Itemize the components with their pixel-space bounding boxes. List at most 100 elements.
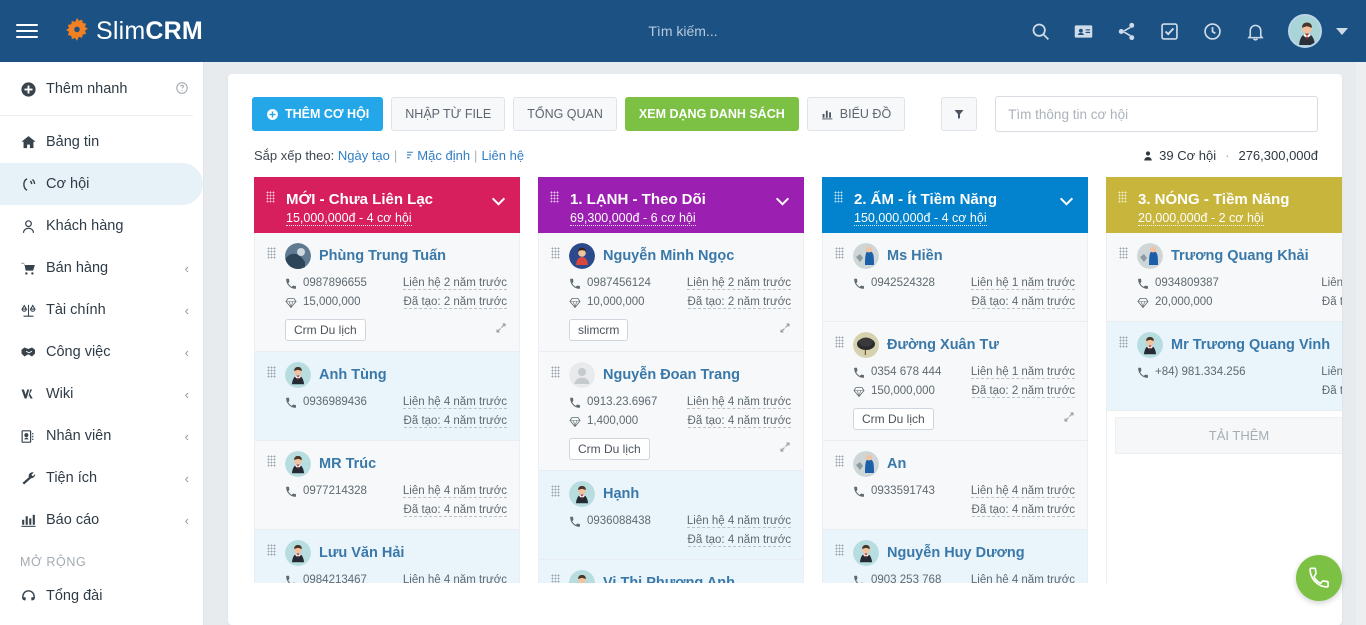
card-drag-handle[interactable] (835, 455, 844, 467)
card-drag-handle[interactable] (1119, 336, 1128, 348)
column-drag-handle[interactable] (550, 191, 559, 203)
opportunity-card[interactable]: An 0933591743Liên hệ 4 năm trước Đã tạo:… (823, 441, 1087, 530)
task-check-icon[interactable] (1159, 21, 1180, 42)
expand-icon[interactable] (779, 321, 791, 339)
opportunity-card[interactable]: Phùng Trung Tuấn 0987896655Liên hệ 2 năm… (255, 233, 519, 352)
bell-icon[interactable] (1245, 21, 1266, 42)
column-drag-handle[interactable] (1118, 191, 1127, 203)
card-contact-name: Anh Tùng (319, 367, 387, 383)
call-floating-button[interactable] (1296, 555, 1342, 601)
card-contact-name: Lưu Văn Hải (319, 545, 404, 561)
card-contact-name: Trương Quang Khải (1171, 248, 1309, 264)
diamond-icon (569, 416, 581, 428)
sidebar-label: Tài chính (46, 302, 185, 318)
expand-icon[interactable] (1063, 410, 1075, 428)
add-opportunity-button[interactable]: THÊM CƠ HỘI (252, 97, 383, 131)
user-avatar[interactable] (1288, 14, 1322, 48)
sidebar-item-nhan-vien[interactable]: Nhân viên ‹ (0, 415, 203, 457)
card-drag-handle[interactable] (835, 247, 844, 259)
card-drag-handle[interactable] (835, 336, 844, 348)
sidebar-item-wiki[interactable]: Wiki ‹ (0, 373, 203, 415)
sidebar-item-bao-cao[interactable]: Báo cáo ‹ (0, 499, 203, 541)
card-tag[interactable]: Crm Du lịch (285, 319, 366, 341)
brand-logo[interactable]: SlimCRM (62, 16, 203, 46)
card-drag-handle[interactable] (267, 247, 276, 259)
share-icon[interactable] (1116, 21, 1137, 42)
kanban-column: MỚI - Chưa Liên Lạc 15,000,000đ - 4 cơ h… (254, 177, 520, 583)
sort-default-link[interactable]: Mặc định (417, 148, 470, 163)
expand-icon[interactable] (495, 321, 507, 339)
sidebar-item-tai-chinh[interactable]: Tài chính ‹ (0, 289, 203, 331)
opportunity-card[interactable]: Vi Thị Phương Anh Liên hệ 4 năm trước (539, 560, 803, 583)
column-header[interactable]: MỚI - Chưa Liên Lạc 15,000,000đ - 4 cơ h… (254, 177, 520, 233)
sidebar-item-co-hoi[interactable]: Cơ hội (0, 163, 203, 205)
card-tag[interactable]: Crm Du lịch (853, 408, 934, 430)
sidebar-item-cong-viec[interactable]: Công việc ‹ (0, 331, 203, 373)
card-drag-handle[interactable] (1119, 247, 1128, 259)
page-scrollbar-track[interactable] (1356, 62, 1366, 625)
sort-by-date-link[interactable]: Ngày tạo (338, 148, 390, 163)
card-contact-name: Nguyễn Huy Dương (887, 545, 1025, 561)
sidebar-item-quick-add[interactable]: Thêm nhanh (0, 68, 203, 110)
phone-icon (1137, 367, 1149, 379)
card-tag[interactable]: slimcrm (569, 319, 628, 341)
card-contact-name: Vi Thị Phương Anh (603, 575, 735, 583)
clock-icon[interactable] (1202, 21, 1223, 42)
card-drag-handle[interactable] (551, 485, 560, 497)
column-drag-handle[interactable] (834, 191, 843, 203)
card-tag[interactable]: Crm Du lịch (569, 438, 650, 460)
chart-view-button[interactable]: BIỂU ĐỒ (807, 97, 905, 131)
chevron-down-icon[interactable] (491, 193, 506, 211)
opportunity-card[interactable]: Đường Xuân Tư 0354 678 444Liên hệ 1 năm … (823, 322, 1087, 441)
card-drag-handle[interactable] (267, 366, 276, 378)
column-header[interactable]: 3. NÓNG - Tiềm Năng 20,000,000đ - 2 cơ h… (1106, 177, 1342, 233)
opportunity-card[interactable]: Nguyễn Minh Ngọc 0987456124Liên hệ 2 năm… (539, 233, 803, 352)
search-icon[interactable] (1030, 21, 1051, 42)
import-file-button[interactable]: NHẬP TỪ FILE (391, 97, 505, 131)
column-header[interactable]: 1. LẠNH - Theo Dõi 69,300,000đ - 6 cơ hộ… (538, 177, 804, 233)
top-navbar: SlimCRM Tìm kiếm... (0, 0, 1366, 62)
opportunity-card[interactable]: Trương Quang Khải 0934809387Liên hệ 20,0… (1107, 233, 1342, 322)
card-drag-handle[interactable] (835, 544, 844, 556)
card-drag-handle[interactable] (267, 455, 276, 467)
opportunity-card[interactable]: MR Trúc 0977214328Liên hệ 4 năm trước Đã… (255, 441, 519, 530)
filter-button[interactable] (941, 97, 977, 131)
card-phone: 0933591743 (871, 483, 935, 500)
sidebar-item-bang-tin[interactable]: Bảng tin (0, 121, 203, 163)
opportunity-card[interactable]: Lưu Văn Hải 0984213467Liên hệ 4 năm trướ… (255, 530, 519, 583)
card-drag-handle[interactable] (551, 366, 560, 378)
opportunity-card[interactable]: Anh Tùng 0936989436Liên hệ 4 năm trước Đ… (255, 352, 519, 441)
overview-button[interactable]: TỔNG QUAN (513, 97, 617, 131)
load-more-button[interactable]: TẢI THÊM (1115, 417, 1342, 454)
sort-order-icon[interactable] (401, 149, 414, 162)
opportunity-card[interactable]: Nguyễn Huy Dương 0903 253 768Liên hệ 4 n… (823, 530, 1087, 583)
opportunity-card[interactable]: Ms Hiền 0942524328Liên hệ 1 năm trước Đã… (823, 233, 1087, 322)
card-created-time: Đã tạo: 4 năm trước (972, 502, 1075, 519)
opportunity-card[interactable]: Nguyễn Đoan Trang 0913.23.6967Liên hệ 4 … (539, 352, 803, 471)
sidebar-item-tong-dai[interactable]: Tổng đài (0, 575, 203, 617)
view-list-button[interactable]: XEM DẠNG DANH SÁCH (625, 97, 799, 131)
search-input[interactable] (995, 96, 1318, 132)
chevron-down-icon[interactable] (775, 193, 790, 211)
sort-contact-link[interactable]: Liên hệ (481, 148, 524, 163)
menu-toggle-icon[interactable] (16, 20, 38, 42)
card-drag-handle[interactable] (551, 247, 560, 259)
sidebar-item-khach-hang[interactable]: Khách hàng (0, 205, 203, 247)
user-menu-chevron-down-icon[interactable] (1336, 28, 1348, 35)
column-header[interactable]: 2. ẤM - Ít Tiềm Năng 150,000,000đ - 4 cơ… (822, 177, 1088, 233)
sidebar-quick-add-label: Thêm nhanh (46, 81, 175, 97)
card-drag-handle[interactable] (551, 574, 560, 583)
sidebar-label: Wiki (46, 386, 185, 402)
sidebar-item-ban-hang[interactable]: Bán hàng ‹ (0, 247, 203, 289)
sidebar-item-tien-ich[interactable]: Tiện ích ‹ (0, 457, 203, 499)
sidebar-label: Nhân viên (46, 428, 185, 444)
help-circle-icon[interactable] (175, 81, 189, 98)
expand-icon[interactable] (779, 440, 791, 458)
column-drag-handle[interactable] (266, 191, 275, 203)
chevron-down-icon[interactable] (1059, 193, 1074, 211)
opportunity-card[interactable]: Hạnh 0936088438Liên hệ 4 năm trước Đã tạ… (539, 471, 803, 560)
contact-card-icon[interactable] (1073, 21, 1094, 42)
opportunity-card[interactable]: Mr Trương Quang Vinh +84) 981.334.256Liê… (1107, 322, 1342, 411)
phone-icon (1137, 278, 1149, 290)
card-drag-handle[interactable] (267, 544, 276, 556)
